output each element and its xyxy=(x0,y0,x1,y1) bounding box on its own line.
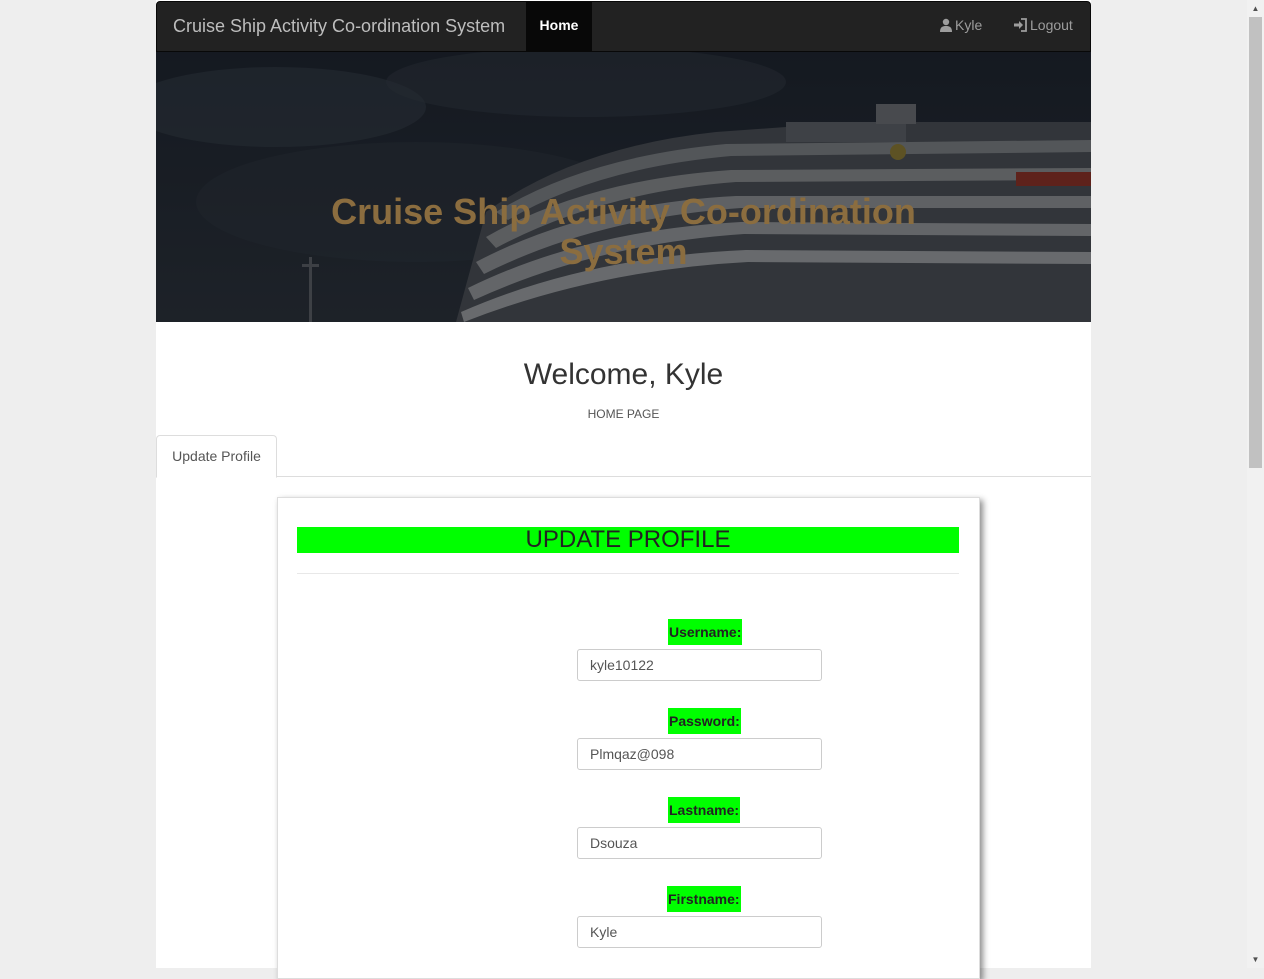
nav-logout-link[interactable]: Logout xyxy=(1013,2,1073,51)
user-icon xyxy=(940,18,952,32)
hero-title-line2: System xyxy=(559,231,688,272)
username-label: Username: xyxy=(668,619,743,645)
form-title: UPDATE PROFILE xyxy=(297,527,959,553)
lastname-label: Lastname: xyxy=(668,797,741,823)
page-scrollbar[interactable]: ▲ ▼ xyxy=(1247,0,1264,968)
cruise-ship-image xyxy=(156,52,1091,322)
username-field[interactable] xyxy=(577,649,822,681)
lastname-field[interactable] xyxy=(577,827,822,859)
nav-user-link[interactable]: Kyle xyxy=(939,2,982,51)
password-label: Password: xyxy=(668,708,741,734)
tab-update-profile[interactable]: Update Profile xyxy=(156,435,277,478)
welcome-heading: Welcome, Kyle xyxy=(523,358,724,391)
hero-title-line1: Cruise Ship Activity Co-ordination xyxy=(331,191,916,232)
hero-banner: Cruise Ship Activity Co-ordination Syste… xyxy=(156,52,1091,322)
log-in-icon xyxy=(1014,18,1027,32)
form-divider xyxy=(297,573,959,574)
navbar: Cruise Ship Activity Co-ordination Syste… xyxy=(156,1,1091,52)
nav-logout-label: Logout xyxy=(1030,17,1073,33)
tabs-divider xyxy=(156,476,1091,477)
scrollbar-thumb[interactable] xyxy=(1249,17,1262,468)
page-container: Cruise Ship Activity Co-ordination Syste… xyxy=(156,0,1091,979)
scroll-up-icon[interactable]: ▲ xyxy=(1247,0,1264,17)
nav-home-link[interactable]: Home xyxy=(526,2,592,51)
hero-title: Cruise Ship Activity Co-ordination Syste… xyxy=(156,192,1091,272)
navbar-brand[interactable]: Cruise Ship Activity Co-ordination Syste… xyxy=(173,2,505,51)
firstname-label: Firstname: xyxy=(667,886,741,912)
update-profile-card: UPDATE PROFILE Username: Password: Lastn… xyxy=(277,497,980,979)
firstname-field[interactable] xyxy=(577,916,822,948)
nav-user-label: Kyle xyxy=(955,17,983,33)
page-subtitle: HOME PAGE xyxy=(587,407,660,421)
scroll-down-icon[interactable]: ▼ xyxy=(1247,951,1264,968)
password-field[interactable] xyxy=(577,738,822,770)
